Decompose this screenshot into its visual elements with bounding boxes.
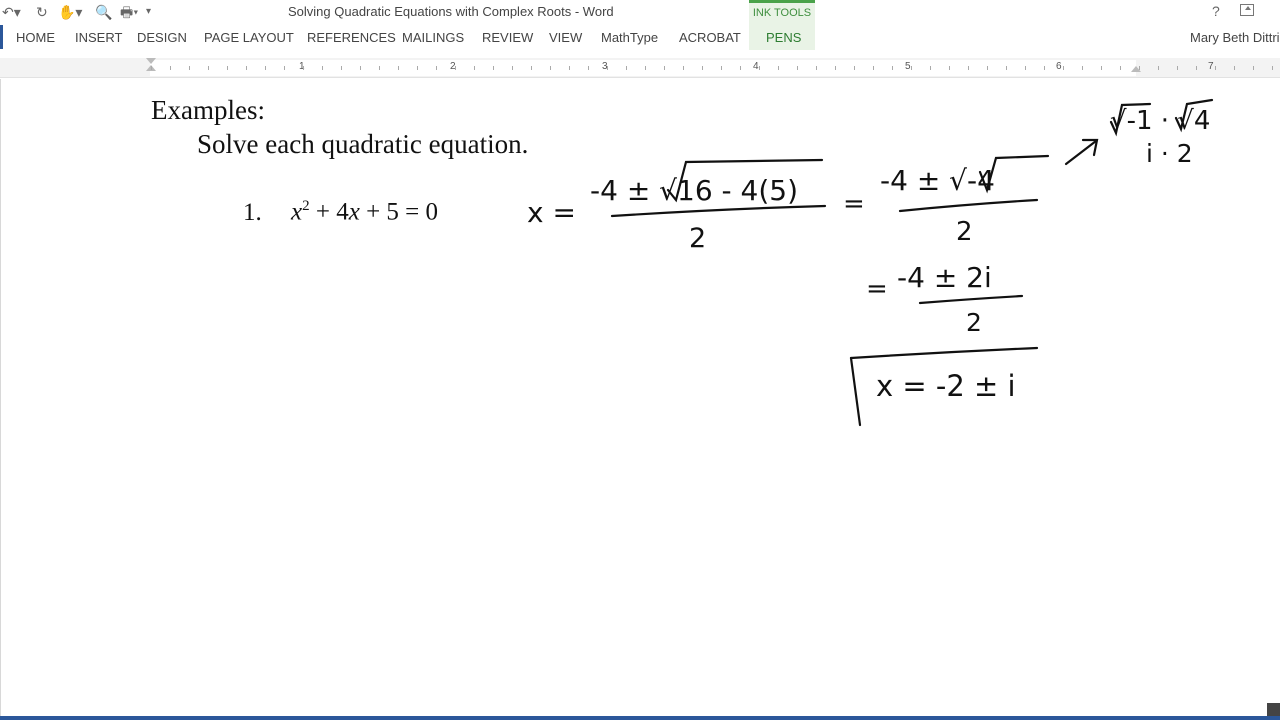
fraction-bar-1 [610,204,827,218]
ink-equals-1: = [843,189,865,219]
ink-lhs: x = [527,196,576,229]
ink-step1-numerator: -4 ± √16 - 4(5) [590,174,798,207]
status-bar [0,716,1280,720]
ink-step3-denominator: 2 [966,308,982,337]
ink-side-note-1: √-1 · √4 [1110,106,1210,136]
ink-annotations: x = -4 ± √16 - 4(5) 2 = -4 ± √-4 2 √-1 ·… [527,98,1214,427]
ink-side-note-2: i · 2 [1146,139,1193,168]
ink-step1-denominator: 2 [689,223,706,254]
ink-step2-denominator: 2 [956,217,973,247]
ink-final-answer: x = -2 ± i [876,369,1016,403]
ink-step3-numerator: -4 ± 2i [897,261,992,294]
arrow-line [1064,139,1098,166]
fraction-bar-2 [898,198,1039,213]
answer-box-top [849,346,1039,360]
ink-equals-2: = [866,274,888,304]
ink-step2-numerator: -4 ± √-4 [880,164,995,197]
fraction-bar-3 [918,294,1024,305]
answer-box-left [849,356,862,427]
scrollbar-corner [1267,703,1280,716]
